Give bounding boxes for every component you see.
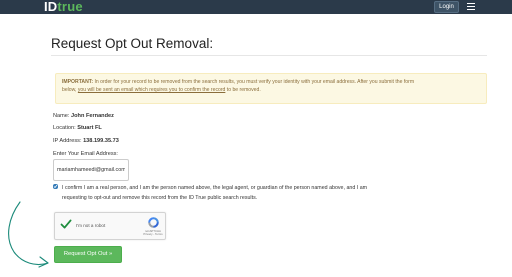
location-value: Stuart FL (77, 125, 102, 131)
alert-confirm-link: you will be sent an email which requires… (77, 87, 226, 93)
record-name: Name: John Fernandez (53, 113, 114, 119)
confirm-text: I confirm I am a real person, and I am t… (62, 183, 422, 203)
recaptcha-label: I'm not a robot (76, 223, 106, 228)
alert-line-1: IMPORTANT: In order for your record to b… (62, 78, 480, 86)
email-field[interactable] (53, 159, 129, 181)
hamburger-icon[interactable] (467, 3, 475, 10)
brand-logo-true: true (57, 0, 83, 14)
alert-text-line-1: In order for your record to be removed f… (93, 79, 415, 85)
top-navbar: IDtrue Login (0, 0, 512, 14)
location-label: Location: (53, 125, 78, 131)
recaptcha-logo-icon (148, 217, 159, 228)
alert-line-2: below, you will be sent an email which r… (62, 86, 480, 94)
brand-logo[interactable]: IDtrue (44, 0, 83, 14)
annotation-arrow-icon (8, 201, 49, 268)
alert-important-label: IMPORTANT: (62, 79, 94, 85)
confirm-text-line-1: I confirm I am a real person, and I am t… (62, 185, 368, 191)
title-divider (51, 55, 487, 56)
record-location: Location: Stuart FL (53, 125, 102, 131)
recaptcha-privacy-terms-links[interactable]: Privacy - Terms (139, 232, 167, 236)
login-button[interactable]: Login (434, 1, 459, 13)
name-value: John Fernandez (71, 113, 114, 119)
brand-logo-id: ID (44, 0, 58, 14)
alert-text-suffix: to be removed. (225, 87, 261, 93)
record-ip: IP Address: 138.199.35.73 (53, 138, 119, 144)
confirm-checkbox[interactable] (53, 184, 58, 189)
email-label: Enter Your Email Address: (53, 151, 118, 157)
confirm-text-line-2: requesting to opt-out and remove this re… (62, 195, 258, 201)
name-label: Name: (53, 113, 72, 119)
important-alert: IMPORTANT: In order for your record to b… (55, 73, 487, 104)
recaptcha-widget: I'm not a robot reCAPTCHA Privacy - Term… (54, 212, 166, 240)
page-title: Request Opt Out Removal: (51, 36, 214, 51)
ip-value: 138.199.35.73 (83, 138, 119, 144)
recaptcha-brand: reCAPTCHA Privacy - Terms (139, 229, 167, 237)
ip-label: IP Address: (53, 138, 84, 144)
alert-text-prefix: below, (62, 87, 78, 93)
